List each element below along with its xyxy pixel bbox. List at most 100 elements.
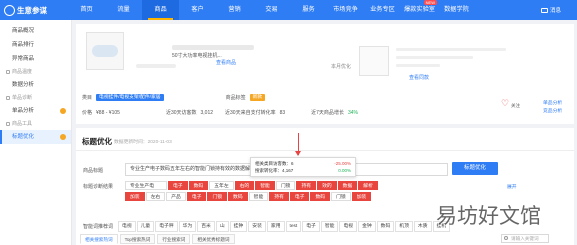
favorite-label: 关注 [511,103,520,108]
recommended-word[interactable]: 机顶 [395,221,413,232]
group-icon [6,122,10,126]
diagnosis-chip[interactable]: 智能 [255,181,275,190]
attr-tag: 新款 [249,94,266,101]
nav-item-7[interactable]: 市场竞争 [327,0,364,20]
nav-item-8[interactable]: 业务专区 [364,0,401,20]
recommended-word[interactable]: 家用 [266,221,285,232]
pay-label: 近30天来自支付转化率 [225,110,276,116]
sidebar: 商品概况 商品排行 异常商品 商品温度 数据分析 单品诊断 单品分析 商品工具 … [0,20,72,245]
status-dot [60,134,66,140]
diagnosis-chip[interactable]: 电子 [168,181,188,190]
annotation-arrow [295,133,301,156]
diagnosis-chip[interactable]: 右的 [234,181,255,190]
popup-value: -25.00% [334,161,351,166]
message-button[interactable]: 消息 [540,0,561,20]
brand[interactable]: 生意参谋 [0,0,60,20]
nav-item-2[interactable]: 商品 [142,0,179,20]
recommended-word[interactable]: 金钟 [358,221,376,232]
diagnosis-chip[interactable]: 效的 [317,181,337,190]
stats-row: 价格 ¥88 - ¥105 近30天访客数 3,012 近30天来自支付转化率 … [82,109,358,117]
recommended-word[interactable]: 电子秤 [155,221,178,232]
growth-label: 近7天商品增长 [311,110,344,116]
diagnosis-chip[interactable]: 加装 [125,192,145,201]
nav-item-6[interactable]: 服务 [290,0,327,20]
recommended-word[interactable]: 华为 [178,221,197,232]
diagnosis-chip[interactable]: 门锁 [275,181,296,190]
nav-item-1[interactable]: 流量 [105,0,142,20]
group-icon [6,70,10,74]
competitor-analysis-link[interactable]: 竞品分析 [543,107,562,114]
sidebar-item-single-analysis[interactable]: 单品分析 [0,104,71,118]
diagnosis-chips-row-2: 加装 左右 产品 电子 门锁 数码 智能 持有 电子 数码 门锁 加装 [125,192,372,201]
diagnosis-chip[interactable]: 左右 [145,192,166,201]
nav-item-10[interactable]: 数据学院 [438,0,475,20]
sidebar-item-abnormal[interactable]: 异常商品 [0,52,71,66]
sidebar-item-title-optimize[interactable]: 标题优化 [0,130,71,144]
single-analysis-link[interactable]: 单品分析 [543,99,562,106]
recommended-word[interactable]: 儿童 [136,221,155,232]
diagnosis-chip[interactable]: 持有 [269,192,289,201]
sidebar-item-overview[interactable]: 商品概况 [0,24,71,38]
nav-item-0[interactable]: 首页 [68,0,105,20]
tab-1[interactable]: Top搜索热词 [119,234,156,244]
recommended-word[interactable]: 电视 [118,221,136,232]
diagnosis-chip[interactable]: 门锁 [331,192,351,201]
sidebar-group-label: 商品温度 [12,69,33,75]
diagnosis-chip[interactable]: 产品 [166,192,186,201]
keyword-search-input[interactable]: 请输入关键词 [501,234,549,243]
sidebar-item-data-analysis[interactable]: 数据分析 [0,78,71,92]
optimize-button[interactable]: 标题优化 [452,162,498,175]
diagnosis-chip[interactable]: 持有 [296,181,317,190]
diagnosis-chip[interactable]: 数码 [228,192,248,201]
price-label: 价格 [82,110,93,116]
view-product-link[interactable]: 查看商品 [216,59,236,66]
nav-item-3[interactable]: 客户 [179,0,216,20]
recommended-word[interactable]: 安装 [248,221,266,232]
recommended-word[interactable]: 山 [215,221,229,232]
sidebar-item-ranking[interactable]: 商品排行 [0,38,71,52]
product-title[interactable]: 50寸大功率电视挂机... [172,52,222,59]
diagnosis-chip[interactable]: 智能 [248,192,269,201]
diagnosis-chip[interactable]: 电子 [186,192,207,201]
watermark: 易坊好文馆 [436,204,541,228]
recommended-word[interactable]: 电子 [302,221,320,232]
recommended-word[interactable]: test [285,221,302,232]
diagnosis-chip[interactable]: 加装 [351,192,372,201]
new-badge: NEW [423,0,437,5]
diagnosis-chip[interactable]: 五年左 [209,181,234,190]
nav-item-9[interactable]: 爆款实验室 NEW [401,0,438,20]
section-title: 标题优化 [82,137,112,146]
same-product-image[interactable] [359,46,389,76]
recommended-word[interactable]: 木质 [413,221,432,232]
recommended-word[interactable]: 智能 [320,221,339,232]
popup-label: 搜索转化率：4,167 [255,168,294,173]
diagnosis-chip[interactable]: 解析 [358,181,378,190]
diagnosis-chip[interactable]: 数据 [337,181,358,190]
nav-item-5[interactable]: 交易 [253,0,290,20]
favorite-heart-icon[interactable]: ♡ [501,98,509,109]
diagnosis-chip[interactable]: 电子 [289,192,310,201]
recommended-word[interactable]: 挂钟 [229,221,248,232]
same-product-text [396,48,506,72]
product-image[interactable] [86,32,124,70]
diagnosis-chip[interactable]: 门锁 [207,192,228,201]
recommended-word[interactable]: 电视 [339,221,358,232]
tab-0[interactable]: 相关搜索热词 [80,234,118,244]
sidebar-item-label: 商品概况 [12,28,35,34]
recommended-word[interactable]: 百米 [197,221,215,232]
nav-item-4[interactable]: 营销 [216,0,253,20]
growth-value: 34% [347,109,358,116]
tab-2[interactable]: 行业搜索词 [157,234,191,244]
recommended-word[interactable]: 数码 [376,221,395,232]
status-dot [60,108,66,114]
tab-3[interactable]: 相关优秀标题词 [192,234,235,244]
same-product-link[interactable]: 查看同款 [409,74,429,81]
main-nav: 首页 流量 商品 客户 营销 交易 服务 市场竞争 业务专区 爆款实验室 NEW 数据学院 [68,0,475,20]
expand-link[interactable]: 展开 [507,183,517,190]
diagnosis-chip[interactable]: 数码 [188,181,209,190]
diagnosis-chip[interactable]: 专业生产电 [125,181,167,190]
diagnosis-chip[interactable]: 数码 [310,192,331,201]
blurred-text [136,64,176,68]
sidebar-item-label: 数据分析 [12,82,35,88]
sidebar-group-label: 商品工具 [12,121,33,127]
